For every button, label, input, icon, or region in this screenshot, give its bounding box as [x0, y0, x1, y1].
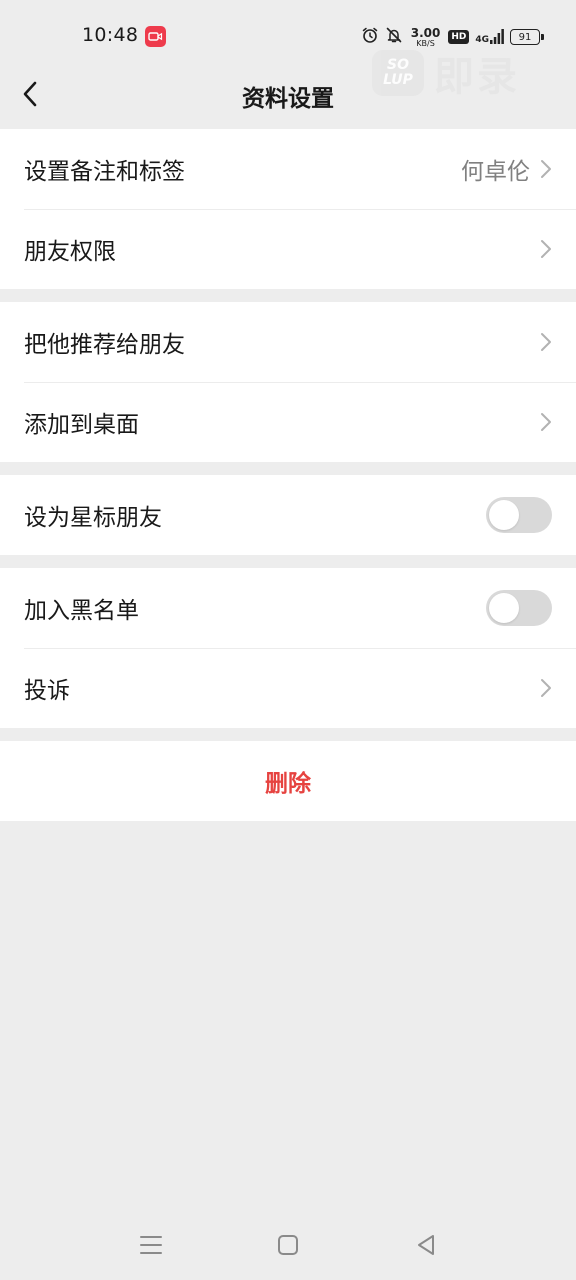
system-back-button[interactable] — [413, 1232, 439, 1258]
screen-record-icon — [145, 26, 166, 47]
chevron-right-icon — [541, 333, 551, 351]
cell-remark-and-tags[interactable]: 设置备注和标签 何卓伦 — [0, 129, 576, 209]
chevron-right-icon — [541, 413, 551, 431]
chevron-right-icon — [541, 679, 551, 697]
cell-label: 朋友权限 — [24, 239, 116, 265]
cell-recommend-to-friend[interactable]: 把他推荐给朋友 — [0, 302, 576, 382]
cell-add-to-desktop[interactable]: 添加到桌面 — [0, 382, 576, 462]
settings-group-remark: 设置备注和标签 何卓伦 朋友权限 — [0, 129, 576, 289]
page-title: 资料设置 — [242, 86, 334, 112]
delete-label: 删除 — [265, 771, 311, 797]
cell-add-to-blacklist: 加入黑名单 — [0, 568, 576, 648]
settings-group-block: 加入黑名单 投诉 — [0, 568, 576, 728]
cell-right: 何卓伦 — [461, 129, 552, 209]
battery-level: 91 — [518, 31, 532, 43]
menu-button[interactable] — [138, 1232, 164, 1258]
delete-button[interactable]: 删除 — [0, 741, 576, 821]
remark-value: 何卓伦 — [461, 159, 530, 185]
delete-group: 删除 — [0, 741, 576, 821]
signal-icon: 4G — [475, 29, 504, 45]
toggle-knob — [489, 593, 519, 623]
settings-group-share: 把他推荐给朋友 添加到桌面 — [0, 302, 576, 462]
cell-right — [540, 302, 552, 382]
back-triangle-icon — [418, 1235, 434, 1255]
toggle-knob — [489, 500, 519, 530]
cell-star-friend: 设为星标朋友 — [0, 475, 576, 555]
cell-friend-permissions[interactable]: 朋友权限 — [0, 209, 576, 289]
home-button[interactable] — [275, 1232, 301, 1258]
menu-icon — [140, 1236, 162, 1254]
battery-icon: 91 — [510, 29, 544, 45]
cell-right — [486, 475, 552, 555]
cell-right — [540, 209, 552, 289]
cell-complain[interactable]: 投诉 — [0, 648, 576, 728]
cell-label: 投诉 — [24, 678, 70, 704]
cell-right — [540, 648, 552, 728]
system-nav-bar — [0, 1214, 576, 1274]
status-time: 10:48 — [82, 24, 139, 46]
settings-group-star: 设为星标朋友 — [0, 475, 576, 555]
cell-label: 设置备注和标签 — [24, 159, 185, 185]
hd-badge: HD — [448, 30, 470, 44]
speed-value: 3.00 — [410, 25, 441, 40]
cell-right — [486, 568, 552, 648]
blacklist-toggle[interactable] — [486, 590, 552, 626]
star-friend-toggle[interactable] — [486, 497, 552, 533]
cell-right — [540, 382, 552, 462]
chevron-right-icon — [541, 240, 551, 258]
nav-bar: 资料设置 — [0, 60, 576, 128]
cell-label: 添加到桌面 — [24, 412, 139, 438]
chevron-right-icon — [541, 160, 551, 178]
screen: 10:48 3.00 KB/S HD 4G 91 SO LUP 即录 资料设置 … — [0, 0, 576, 1280]
home-icon — [278, 1235, 298, 1255]
cell-label: 设为星标朋友 — [24, 505, 162, 531]
cell-label: 加入黑名单 — [24, 598, 139, 624]
cell-label: 把他推荐给朋友 — [24, 332, 185, 358]
